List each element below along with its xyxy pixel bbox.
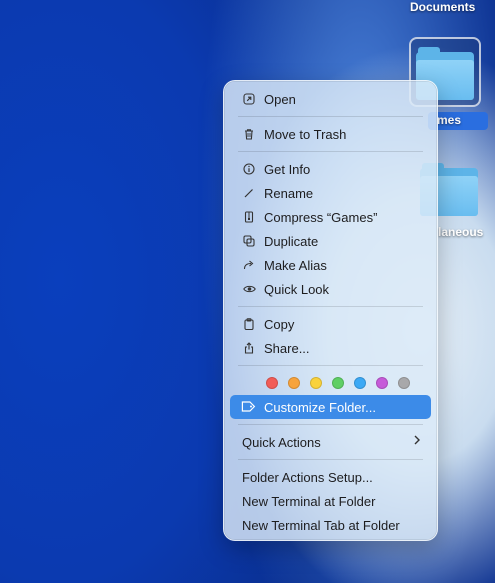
- menu-item-share[interactable]: Share...: [230, 336, 431, 360]
- menu-item-copy[interactable]: Copy: [230, 312, 431, 336]
- arrow-up-right-square-icon: [242, 93, 256, 105]
- menu-item-make-alias[interactable]: Make Alias: [230, 253, 431, 277]
- menu-item-label: Get Info: [264, 161, 311, 177]
- menu-item-quick-look[interactable]: Quick Look: [230, 277, 431, 301]
- menu-separator: [238, 365, 423, 366]
- misc-folder-label[interactable]: laneous: [438, 225, 483, 239]
- menu-item-label: Customize Folder...: [264, 399, 376, 415]
- chevron-right-icon: [413, 433, 421, 449]
- menu-item-move-to-trash[interactable]: Move to Trash: [230, 122, 431, 146]
- menu-item-label: New Terminal Tab at Folder: [242, 517, 400, 533]
- eye-icon: [242, 283, 256, 295]
- menu-separator: [238, 151, 423, 152]
- tag-purple[interactable]: [376, 377, 388, 389]
- tag-gray[interactable]: [398, 377, 410, 389]
- trash-icon: [242, 128, 256, 140]
- tag-blue[interactable]: [354, 377, 366, 389]
- info-circle-icon: [242, 163, 256, 175]
- menu-item-customize-folder[interactable]: Customize Folder...: [230, 395, 431, 419]
- menu-item-label: Folder Actions Setup...: [242, 469, 373, 485]
- pencil-icon: [242, 187, 256, 199]
- tag-orange[interactable]: [288, 377, 300, 389]
- tag-red[interactable]: [266, 377, 278, 389]
- tag-color-row: [230, 371, 431, 395]
- menu-item-label: Open: [264, 91, 296, 107]
- menu-item-compress[interactable]: Compress “Games”: [230, 205, 431, 229]
- menu-item-label: Compress “Games”: [264, 209, 378, 225]
- tag-icon: [240, 401, 256, 413]
- documents-label[interactable]: Documents: [410, 0, 475, 14]
- menu-item-quick-actions[interactable]: Quick Actions: [230, 430, 431, 454]
- menu-item-label: Quick Actions: [242, 434, 321, 450]
- clipboard-icon: [242, 318, 256, 330]
- menu-item-get-info[interactable]: Get Info: [230, 157, 431, 181]
- menu-separator: [238, 116, 423, 117]
- menu-item-rename[interactable]: Rename: [230, 181, 431, 205]
- menu-separator: [238, 459, 423, 460]
- menu-item-label: Make Alias: [264, 257, 327, 273]
- menu-item-label: Move to Trash: [264, 126, 347, 142]
- menu-item-label: Copy: [264, 316, 295, 332]
- menu-item-label: Share...: [264, 340, 310, 356]
- menu-item-label: Duplicate: [264, 233, 319, 249]
- context-menu: Open Move to Trash Get Info Rename Compr…: [223, 80, 438, 541]
- duplicate-icon: [242, 235, 256, 247]
- menu-item-new-terminal-at-folder[interactable]: New Terminal at Folder: [230, 489, 431, 513]
- menu-item-open[interactable]: Open: [230, 87, 431, 111]
- archive-icon: [242, 211, 256, 223]
- arrow-turn-icon: [242, 259, 256, 271]
- menu-item-label: New Terminal at Folder: [242, 493, 376, 509]
- menu-item-folder-actions-setup[interactable]: Folder Actions Setup...: [230, 465, 431, 489]
- menu-separator: [238, 424, 423, 425]
- menu-item-label: Rename: [264, 185, 314, 201]
- share-icon: [242, 342, 256, 354]
- menu-item-label: Quick Look: [264, 281, 330, 297]
- games-folder-label[interactable]: mes: [437, 113, 461, 127]
- tag-green[interactable]: [332, 377, 344, 389]
- menu-item-duplicate[interactable]: Duplicate: [230, 229, 431, 253]
- menu-separator: [238, 306, 423, 307]
- tag-yellow[interactable]: [310, 377, 322, 389]
- menu-item-new-terminal-tab-at-folder[interactable]: New Terminal Tab at Folder: [230, 513, 431, 537]
